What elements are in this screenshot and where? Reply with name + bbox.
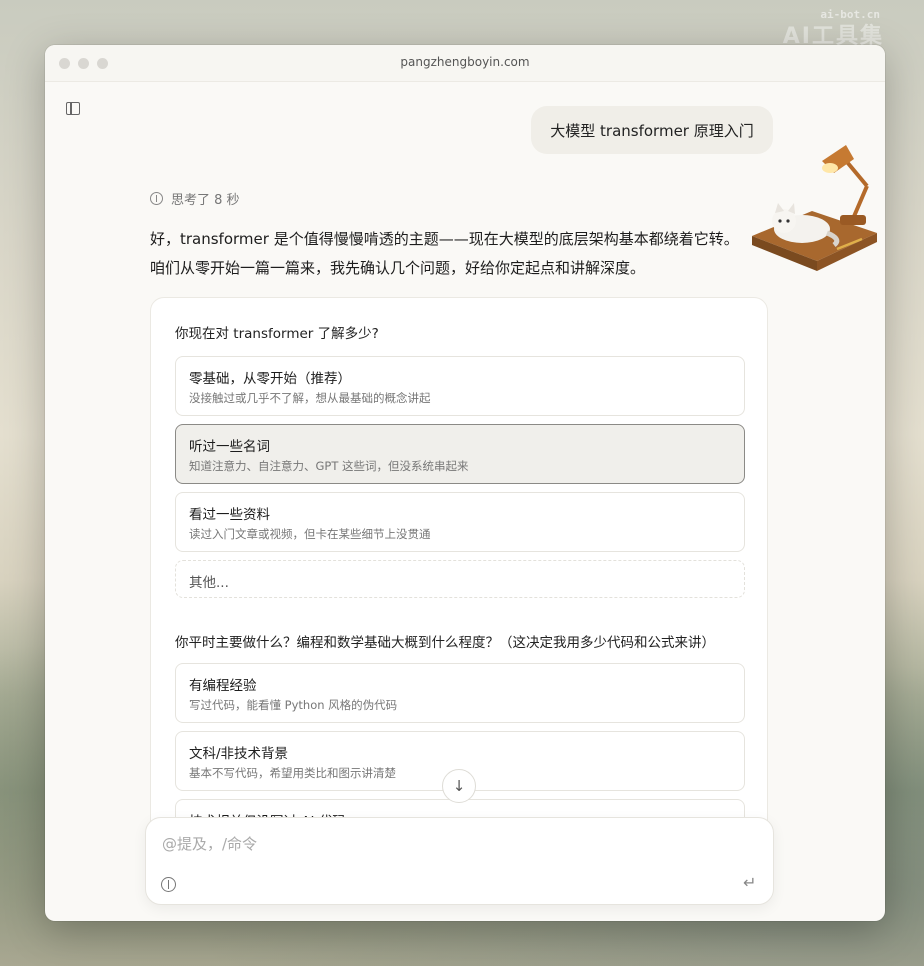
- lamp-cat-illustration: [752, 145, 877, 271]
- thinking-icon: [150, 192, 163, 205]
- message-input[interactable]: [162, 832, 722, 856]
- thinking-indicator[interactable]: 思考了 8 秒: [150, 189, 240, 208]
- option-desc: 没接触过或几乎不了解，想从最基础的概念讲起: [189, 391, 431, 405]
- assistant-intro: 好，transformer 是个值得慢慢啃透的主题——现在大模型的底层架构基本都…: [150, 230, 739, 277]
- title-bar: pangzhengboyin.com: [45, 45, 885, 82]
- option-desc: 知道注意力、自注意力、GPT 这些词，但没系统串起来: [189, 459, 469, 473]
- option-title: 有编程经验: [189, 678, 257, 694]
- composer: ↵: [145, 817, 774, 905]
- question-title: 你现在对 transformer 了解多少?: [175, 326, 379, 342]
- thinking-label: 思考了 8 秒: [171, 193, 240, 208]
- option-title: 看过一些资料: [189, 507, 270, 523]
- user-message: 大模型 transformer 原理入门: [531, 106, 773, 154]
- option-beginner[interactable]: 零基础，从零开始（推荐） 没接触过或几乎不了解，想从最基础的概念讲起: [175, 356, 745, 416]
- question-title: 你平时主要做什么？编程和数学基础大概到什么程度？（这决定我用多少代码和公式来讲）: [175, 635, 715, 651]
- window-url: pangzhengboyin.com: [400, 55, 530, 69]
- option-heard-terms[interactable]: 听过一些名词 知道注意力、自注意力、GPT 这些词，但没系统串起来: [175, 424, 745, 484]
- option-desc: 写过代码，能看懂 Python 风格的伪代码: [189, 698, 398, 712]
- option-desc: 读过入门文章或视频，但卡在某些细节上没贯通: [189, 527, 431, 541]
- option-title: 听过一些名词: [189, 439, 270, 455]
- browser-window: pangzhengboyin.com 大模型 transformer 原理入门 …: [45, 45, 885, 921]
- arrow-down-icon: ↓: [452, 777, 466, 795]
- option-desc: 基本不写代码，希望用类比和图示讲清楚: [189, 766, 396, 780]
- option-programming[interactable]: 有编程经验 写过代码，能看懂 Python 风格的伪代码: [175, 663, 745, 723]
- option-read-materials[interactable]: 看过一些资料 读过入门文章或视频，但卡在某些细节上没贯通: [175, 492, 745, 552]
- sidebar-toggle-icon[interactable]: [66, 102, 80, 115]
- brain-icon[interactable]: [161, 877, 176, 892]
- option-other[interactable]: 其他...: [175, 560, 745, 598]
- option-title: 零基础，从零开始（推荐）: [189, 371, 351, 387]
- option-other-label: 其他...: [189, 575, 229, 591]
- option-title: 文科/非技术背景: [189, 746, 289, 762]
- return-icon[interactable]: ↵: [743, 873, 756, 892]
- scroll-down-button[interactable]: ↓: [442, 769, 476, 803]
